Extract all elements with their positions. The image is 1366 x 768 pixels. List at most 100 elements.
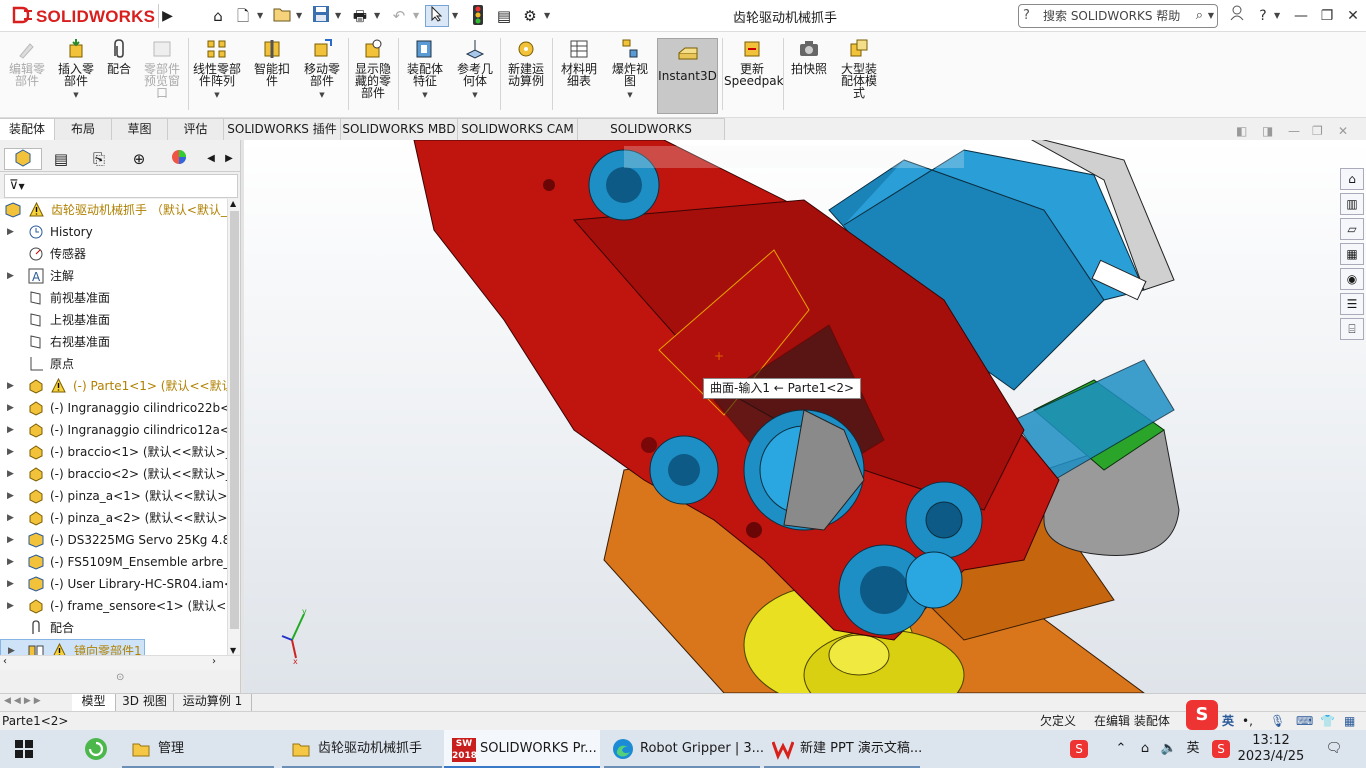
chevron-left-icon[interactable]: ◀ bbox=[202, 148, 220, 170]
tile-left-icon[interactable]: ◧ bbox=[1236, 124, 1247, 138]
tree-node-right-plane[interactable]: 右视基准面 bbox=[0, 331, 227, 353]
tab-solidworks-addins[interactable]: SOLIDWORKS 插件 bbox=[224, 118, 341, 140]
tab-model[interactable]: 模型 bbox=[72, 694, 116, 711]
mate-button[interactable]: 配合 bbox=[102, 38, 136, 75]
update-speedpak-button[interactable]: 更新 Speedpak bbox=[724, 38, 784, 87]
expand-icon[interactable]: ▶ bbox=[7, 265, 14, 287]
expand-icon[interactable]: ▶ bbox=[7, 551, 14, 573]
tree-node-front-plane[interactable]: 前视基准面 bbox=[0, 287, 227, 309]
chevron-down-icon[interactable]: ▼ bbox=[413, 9, 421, 23]
expand-icon[interactable]: ▶ bbox=[7, 485, 14, 507]
tile-right-icon[interactable]: ◨ bbox=[1262, 124, 1273, 138]
tree-node-frame-sensore[interactable]: ▶ (-) frame_sensore<1> (默认<< bbox=[0, 595, 227, 617]
file-explorer-icon[interactable]: ▱ bbox=[1340, 218, 1364, 240]
chevron-up-icon[interactable]: ⌃ bbox=[1112, 730, 1130, 768]
help-search-input[interactable]: ? 搜索 SOLIDWORKS 帮助 ⌕ ▼ bbox=[1018, 4, 1218, 28]
tab-motion-study[interactable]: 运动算例 1 bbox=[174, 694, 252, 711]
ime-menu-icon[interactable]: ▦ bbox=[1344, 712, 1355, 730]
chevron-down-icon[interactable]: ▼ bbox=[452, 89, 498, 101]
expand-icon[interactable]: ▶ bbox=[7, 595, 14, 617]
forum-icon[interactable]: ⌸ bbox=[1340, 318, 1364, 340]
tab-3d-view[interactable]: 3D 视图 bbox=[116, 694, 174, 711]
custom-properties-icon[interactable]: ☰ bbox=[1340, 293, 1364, 315]
configuration-manager-tab-icon[interactable]: ⎘ bbox=[80, 148, 118, 170]
feature-manager-tab-icon[interactable] bbox=[4, 148, 42, 170]
design-library-icon[interactable]: ▥ bbox=[1340, 193, 1364, 215]
home-icon[interactable]: ⌂ bbox=[1340, 168, 1364, 190]
sogou-tray-icon[interactable]: S bbox=[1066, 730, 1092, 768]
filter-icon[interactable]: ⊽ bbox=[9, 178, 19, 193]
scroll-right-icon[interactable]: › bbox=[212, 656, 216, 667]
tab-sketch[interactable]: 草图 bbox=[112, 118, 168, 140]
minimize-icon[interactable]: — bbox=[1290, 5, 1312, 27]
chevron-down-icon[interactable]: ▼ bbox=[296, 9, 304, 23]
insert-component-button[interactable]: 插入零 部件 ▼ bbox=[53, 38, 99, 101]
tab-scroll-icon[interactable]: ◀◀▶▶ bbox=[4, 696, 44, 706]
expand-icon[interactable]: ▶ bbox=[7, 221, 14, 243]
select-icon[interactable] bbox=[425, 5, 449, 27]
tree-node-parte1[interactable]: ▶ (-) Parte1<1> (默认<<默认 bbox=[0, 375, 227, 397]
ime-skin-icon[interactable]: 👕 bbox=[1320, 712, 1335, 730]
tree-node-fs5109m[interactable]: ▶ (-) FS5109M_Ensemble arbre_( bbox=[0, 551, 227, 573]
tab-evaluate[interactable]: 评估 bbox=[168, 118, 224, 140]
save-icon[interactable] bbox=[309, 5, 333, 27]
tree-node-ingranaggio-12a[interactable]: ▶ (-) Ingranaggio cilindrico12a< bbox=[0, 419, 227, 441]
tree-node-origin[interactable]: 原点 bbox=[0, 353, 227, 375]
home-icon[interactable]: ⌂ bbox=[206, 5, 230, 27]
smart-fasteners-button[interactable]: 智能扣 件 bbox=[250, 38, 294, 87]
tree-node-pinza-a-1[interactable]: ▶ (-) pinza_a<1> (默认<<默认>_ bbox=[0, 485, 227, 507]
help-menu-icon[interactable]: ? bbox=[1252, 5, 1274, 27]
expand-icon[interactable]: ▶ bbox=[7, 507, 14, 529]
tree-node-pinza-a-2[interactable]: ▶ (-) pinza_a<2> (默认<<默认>_ bbox=[0, 507, 227, 529]
tree-vertical-scrollbar[interactable]: ▲ ▼ bbox=[227, 199, 240, 655]
scroll-left-icon[interactable]: ‹ bbox=[3, 656, 7, 667]
tree-node-mates[interactable]: 配合 bbox=[0, 617, 227, 639]
expand-icon[interactable]: ▶ bbox=[7, 463, 14, 485]
expand-icon[interactable]: ▶ bbox=[8, 640, 15, 655]
tab-assembly[interactable]: 装配体 bbox=[0, 118, 55, 140]
linear-pattern-button[interactable]: 线性零部 件阵列 ▼ bbox=[190, 38, 244, 101]
chevron-down-icon[interactable]: ▼ bbox=[402, 89, 448, 101]
close-icon[interactable]: ✕ bbox=[1342, 5, 1364, 27]
options-gear-icon[interactable]: ⚙ bbox=[518, 5, 542, 27]
network-icon[interactable]: ⌂ bbox=[1134, 730, 1156, 768]
taskbar-item-solidworks[interactable]: SW 2018 SOLIDWORKS Pr... bbox=[444, 730, 600, 768]
tree-node-annotations[interactable]: ▶ A 注解 bbox=[0, 265, 227, 287]
assembly-features-button[interactable]: 装配体 特征 ▼ bbox=[402, 38, 448, 101]
view-palette-icon[interactable]: ▦ bbox=[1340, 243, 1364, 265]
ime-keyboard-icon[interactable]: ⌨ bbox=[1296, 712, 1313, 730]
bill-of-materials-button[interactable]: 材料明 细表 bbox=[556, 38, 602, 87]
expand-icon[interactable]: ▶ bbox=[7, 397, 14, 419]
tree-node-braccio-2[interactable]: ▶ (-) braccio<2> (默认<<默认>_ bbox=[0, 463, 227, 485]
display-manager-tab-icon[interactable] bbox=[160, 148, 198, 170]
sogou-ime-icon[interactable]: S bbox=[1186, 700, 1218, 730]
tab-solidworks-cam[interactable]: SOLIDWORKS CAM bbox=[458, 118, 578, 140]
user-icon[interactable] bbox=[1226, 5, 1248, 27]
tray-lang[interactable]: 英 bbox=[1182, 730, 1204, 768]
collapse-icon[interactable]: ⊙ bbox=[116, 672, 124, 683]
new-motion-study-button[interactable]: 新建运 动算例 bbox=[503, 38, 549, 87]
tree-root-assembly[interactable]: 齿轮驱动机械抓手 （默认<默认_显 bbox=[0, 199, 227, 221]
tree-node-history[interactable]: ▶ History bbox=[0, 221, 227, 243]
graphics-area[interactable]: + y x bbox=[244, 140, 1366, 693]
file-props-icon[interactable]: ▤ bbox=[492, 5, 516, 27]
property-manager-tab-icon[interactable]: ▤ bbox=[42, 148, 80, 170]
volume-icon[interactable]: 🔈 bbox=[1158, 730, 1180, 768]
tab-solidworks-mbd[interactable]: SOLIDWORKS MBD bbox=[341, 118, 458, 140]
chevron-down-icon[interactable]: ▼ bbox=[257, 9, 265, 23]
chevron-right-icon[interactable]: ▶ bbox=[220, 148, 238, 170]
tree-filter[interactable]: ⊽▼ bbox=[4, 174, 238, 198]
tree-node-ds3225mg-servo[interactable]: ▶ (-) DS3225MG Servo 25Kg 4.8 bbox=[0, 529, 227, 551]
restore-icon[interactable]: ❐ bbox=[1316, 5, 1338, 27]
expand-icon[interactable]: ▶ bbox=[7, 529, 14, 551]
expand-icon[interactable]: ▶ bbox=[7, 419, 14, 441]
tree-node-sensors[interactable]: 传感器 bbox=[0, 243, 227, 265]
taskbar-item-folder-gripper[interactable]: 齿轮驱动机械抓手 bbox=[282, 730, 442, 768]
menu-expand-icon[interactable]: ▶ bbox=[158, 4, 176, 28]
show-hidden-components-button[interactable]: 显示隐 藏的零 部件 bbox=[350, 38, 396, 99]
chevron-down-icon[interactable]: ▼ bbox=[544, 9, 552, 23]
move-component-button[interactable]: 移动零 部件 ▼ bbox=[299, 38, 345, 101]
restore-icon[interactable]: ❐ bbox=[1312, 124, 1323, 138]
scroll-up-icon[interactable]: ▲ bbox=[230, 199, 236, 208]
chevron-down-icon[interactable]: ▼ bbox=[53, 89, 99, 101]
